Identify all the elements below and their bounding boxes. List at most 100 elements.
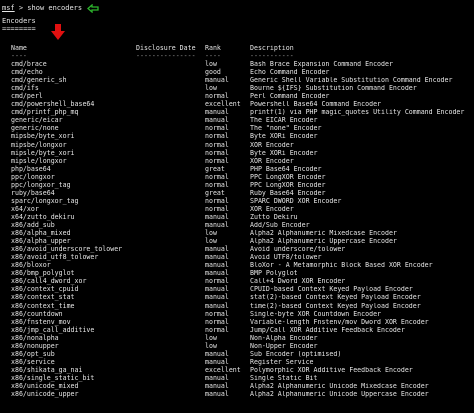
cell-description: Add/Sub Encoder (250, 222, 310, 229)
table-row: x86/nonalpha low Non-Alpha Encoder (0, 333, 474, 342)
header-description: Description (250, 45, 294, 52)
table-row: sparc/longxor_tag normal SPARC DWORD XOR E… (0, 197, 474, 205)
cell-description: time(2)-based Context Keyed Payload Enco… (250, 302, 421, 310)
cell-description: Perl Command Encoder (250, 93, 330, 101)
cell-name: x86/nonalpha (11, 333, 59, 342)
cell-description: BMP Polyglot (250, 270, 298, 278)
cell-name: x86/fnstenv_mov (11, 317, 71, 326)
table-row: php/base64 great PHP Base64 Encoder (0, 164, 474, 173)
terminal-window[interactable]: msf > show encoders Encoders ======== Na… (0, 0, 474, 413)
header-name: Name (11, 44, 27, 52)
cell-description: Byte XORi Encoder (250, 133, 318, 141)
cell-description: BloXor - A Metamorphic Block Based XOR E… (250, 262, 433, 270)
cell-name: x86/jmp_call_additive (11, 325, 95, 334)
cell-description: Alpha2 Alphanumeric Unicode Uppercase En… (250, 391, 429, 399)
table-row: x86/opt_sub manual Sub Encoder (optimised) (0, 350, 474, 358)
cell-description: Avoid underscore/tolower (250, 246, 346, 254)
cell-description: XOR Encoder (250, 141, 294, 149)
cell-name: ppc/longxor (11, 172, 55, 181)
cell-rank: normal (205, 132, 229, 141)
cell-description: Bash Brace Expansion Command Encoder (250, 61, 393, 68)
cell-description: Sub Encoder (optimised) (250, 350, 342, 358)
cell-description: CPUID-based Context Keyed Payload Encode… (250, 286, 413, 294)
cell-description: PPC LongXOR Encoder (250, 181, 326, 189)
cell-name: php/base64 (11, 164, 51, 173)
green-arrow-icon (87, 4, 99, 13)
cell-name: mipsbe/longxor (11, 140, 67, 149)
table-row: x86/avoid_utf8_tolower manual Avoid UTF8/t… (0, 253, 474, 262)
cell-name: x86/context_time (11, 301, 75, 310)
cell-description: Single-byte XOR Countdown Encoder (250, 310, 382, 318)
table-row: cmd/printf_php_mq manual printf(1) via PHP… (0, 108, 474, 117)
cell-description: Polymorphic XOR Additive Feedback Encode… (250, 366, 413, 374)
cell-rank: great (205, 164, 225, 173)
cell-description: Generic Shell Variable Substitution Comm… (250, 77, 453, 85)
table-row: x86/nonupper low Non-Upper Encoder (0, 342, 474, 350)
separator-description: ----------- (250, 53, 294, 60)
cell-description: The "none" Encoder (250, 125, 322, 133)
table-row: generic/eicar manual The EICAR Encoder (0, 116, 474, 125)
table-row: cmd/generic_sh manual Generic Shell Variab… (0, 76, 474, 85)
cell-description: Ruby Base64 Encoder (250, 189, 326, 197)
table-row: mipsle/byte_xori normal Byte XORi Encoder (0, 148, 474, 157)
table-row: x86/alpha_mixed low Alpha2 Alphanumeric Mi… (0, 229, 474, 238)
cell-name: mipsle/longxor (11, 156, 67, 165)
table-row: x86/context_stat manual stat(2)-based Cont… (0, 293, 474, 302)
table-separator: ---- --------------- ---- ----------- (0, 52, 474, 60)
prompt-name: msf (2, 4, 15, 12)
cell-name: x86/context_stat (11, 293, 75, 302)
table-row: ppc/longxor_tag normal PPC LongXOR Encoder (0, 181, 474, 189)
cell-name: x86/unicode_upper (11, 390, 79, 399)
cell-rank: manual (205, 390, 229, 399)
cell-description: XOR Encoder (250, 205, 294, 213)
table-row: cmd/brace low Bash Brace Expansion Command… (0, 60, 474, 68)
cell-rank: normal (205, 140, 229, 149)
cell-description: PPC LongXOR Encoder (250, 173, 326, 181)
cell-description: Call+4 Dword XOR Encoder (250, 278, 346, 286)
cell-rank: manual (205, 301, 229, 310)
cell-description: Avoid UTF8/tolower (250, 254, 322, 262)
table-row: mipsle/longxor normal XOR Encoder (0, 156, 474, 165)
command-line: msf > show encoders (2, 4, 82, 13)
table-row: mipsbe/longxor normal XOR Encoder (0, 140, 474, 149)
table-row: cmd/echo good Echo Command Encoder (0, 68, 474, 76)
table-row: x86/countdown normal Single-byte XOR Count… (0, 309, 474, 318)
section-underline: ======== (2, 25, 36, 33)
cell-description: XOR Encoder (250, 157, 294, 165)
cell-rank: normal (205, 172, 229, 181)
command-text: > show encoders (14, 4, 83, 12)
table-row: x86/add_sub manual Add/Sub Encoder (0, 221, 474, 229)
cell-description: Single Static Bit (250, 374, 318, 382)
cell-description: Powershell Base64 Command Encoder (250, 101, 382, 109)
cell-description: Jump/Call XOR Additive Feedback Encoder (250, 326, 405, 334)
cell-description: The EICAR Encoder (250, 117, 318, 125)
table-row: ppc/longxor normal PPC LongXOR Encoder (0, 172, 474, 181)
cell-name: mipsle/byte_xori (11, 148, 75, 157)
cell-description: Bourne ${IFS} Substitution Command Encod… (250, 85, 417, 93)
cell-rank: normal (205, 325, 229, 334)
cell-rank: manual (205, 293, 229, 302)
table-row: x86/context_time manual time(2)-based Cont… (0, 301, 474, 310)
cell-description: Non-Upper Encoder (250, 342, 318, 350)
cell-description: SPARC DWORD XOR Encoder (250, 197, 342, 205)
table-row: mipsbe/byte_xori normal Byte XORi Encoder (0, 132, 474, 141)
cell-description: Zutto Dekiru (250, 213, 298, 221)
table-row: x86/jmp_call_additive normal Jump/Call XOR… (0, 325, 474, 334)
cell-description: Alpha2 Alphanumeric Unicode Mixedcase En… (250, 383, 429, 390)
cell-description: Variable-length Fnstenv/mov Dword XOR En… (250, 318, 429, 326)
cell-rank: normal (205, 309, 229, 318)
table-header: Name Disclosure Date Rank Description (0, 44, 474, 52)
red-arrow-icon (51, 24, 65, 40)
table-row: x86/fnstenv_mov normal Variable-length Fns… (0, 317, 474, 326)
cell-description: Alpha2 Alphanumeric Uppercase Encoder (250, 238, 397, 246)
cell-description: Alpha2 Alphanumeric Mixedcase Encoder (250, 230, 397, 238)
table-row: x86/unicode_upper manual Alpha2 Alphanumer… (0, 390, 474, 399)
cell-name: mipsbe/byte_xori (11, 132, 75, 141)
cell-description: printf(1) via PHP magic_quotes Utility C… (250, 109, 465, 117)
cell-description: Byte XORi Encoder (250, 149, 318, 157)
cell-rank: normal (205, 156, 229, 165)
cell-description: stat(2)-based Context Keyed Payload Enco… (250, 294, 421, 302)
cell-description: PHP Base64 Encoder (250, 165, 322, 173)
table-row: cmd/ifs low Bourne ${IFS} Substitution Com… (0, 84, 474, 93)
separator-date: --------------- (136, 52, 196, 60)
